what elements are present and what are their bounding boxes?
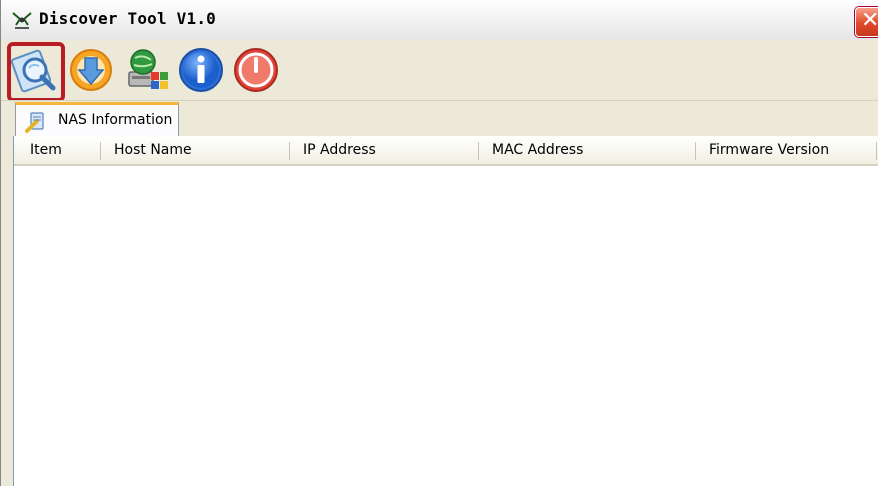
nas-list[interactable]: Item Host Name IP Address MAC Address Fi…	[13, 136, 878, 486]
nas-information-icon	[25, 112, 44, 133]
column-divider[interactable]	[695, 142, 696, 160]
column-divider[interactable]	[478, 142, 479, 160]
app-window: Discover Tool V1.0 ✕ NAS Information Ite…	[0, 0, 878, 486]
column-header-ip-address[interactable]: IP Address	[303, 142, 376, 158]
selected-button-highlight	[7, 42, 65, 102]
column-header-host-name[interactable]: Host Name	[114, 142, 192, 158]
info-icon[interactable]	[177, 46, 225, 94]
tab-label: NAS Information	[58, 112, 173, 128]
tab-nas-information[interactable]: NAS Information	[15, 102, 179, 137]
column-header-firmware-version[interactable]: Firmware Version	[709, 142, 829, 158]
toolbar	[1, 40, 878, 100]
close-icon: ✕	[861, 8, 878, 33]
column-divider[interactable]	[289, 142, 290, 160]
column-divider[interactable]	[876, 142, 877, 160]
power-icon[interactable]	[232, 46, 280, 94]
network-settings-icon[interactable]	[123, 46, 171, 94]
tab-strip: NAS Information	[1, 100, 878, 137]
title-bar[interactable]: Discover Tool V1.0 ✕	[1, 0, 878, 41]
column-header-mac-address[interactable]: MAC Address	[492, 142, 583, 158]
column-header-item[interactable]: Item	[30, 142, 62, 158]
column-divider[interactable]	[100, 142, 101, 160]
close-button[interactable]: ✕	[855, 7, 878, 37]
window-title: Discover Tool V1.0	[39, 9, 216, 28]
download-icon[interactable]	[67, 46, 115, 94]
app-icon	[12, 12, 32, 29]
list-header: Item Host Name IP Address MAC Address Fi…	[14, 136, 878, 166]
